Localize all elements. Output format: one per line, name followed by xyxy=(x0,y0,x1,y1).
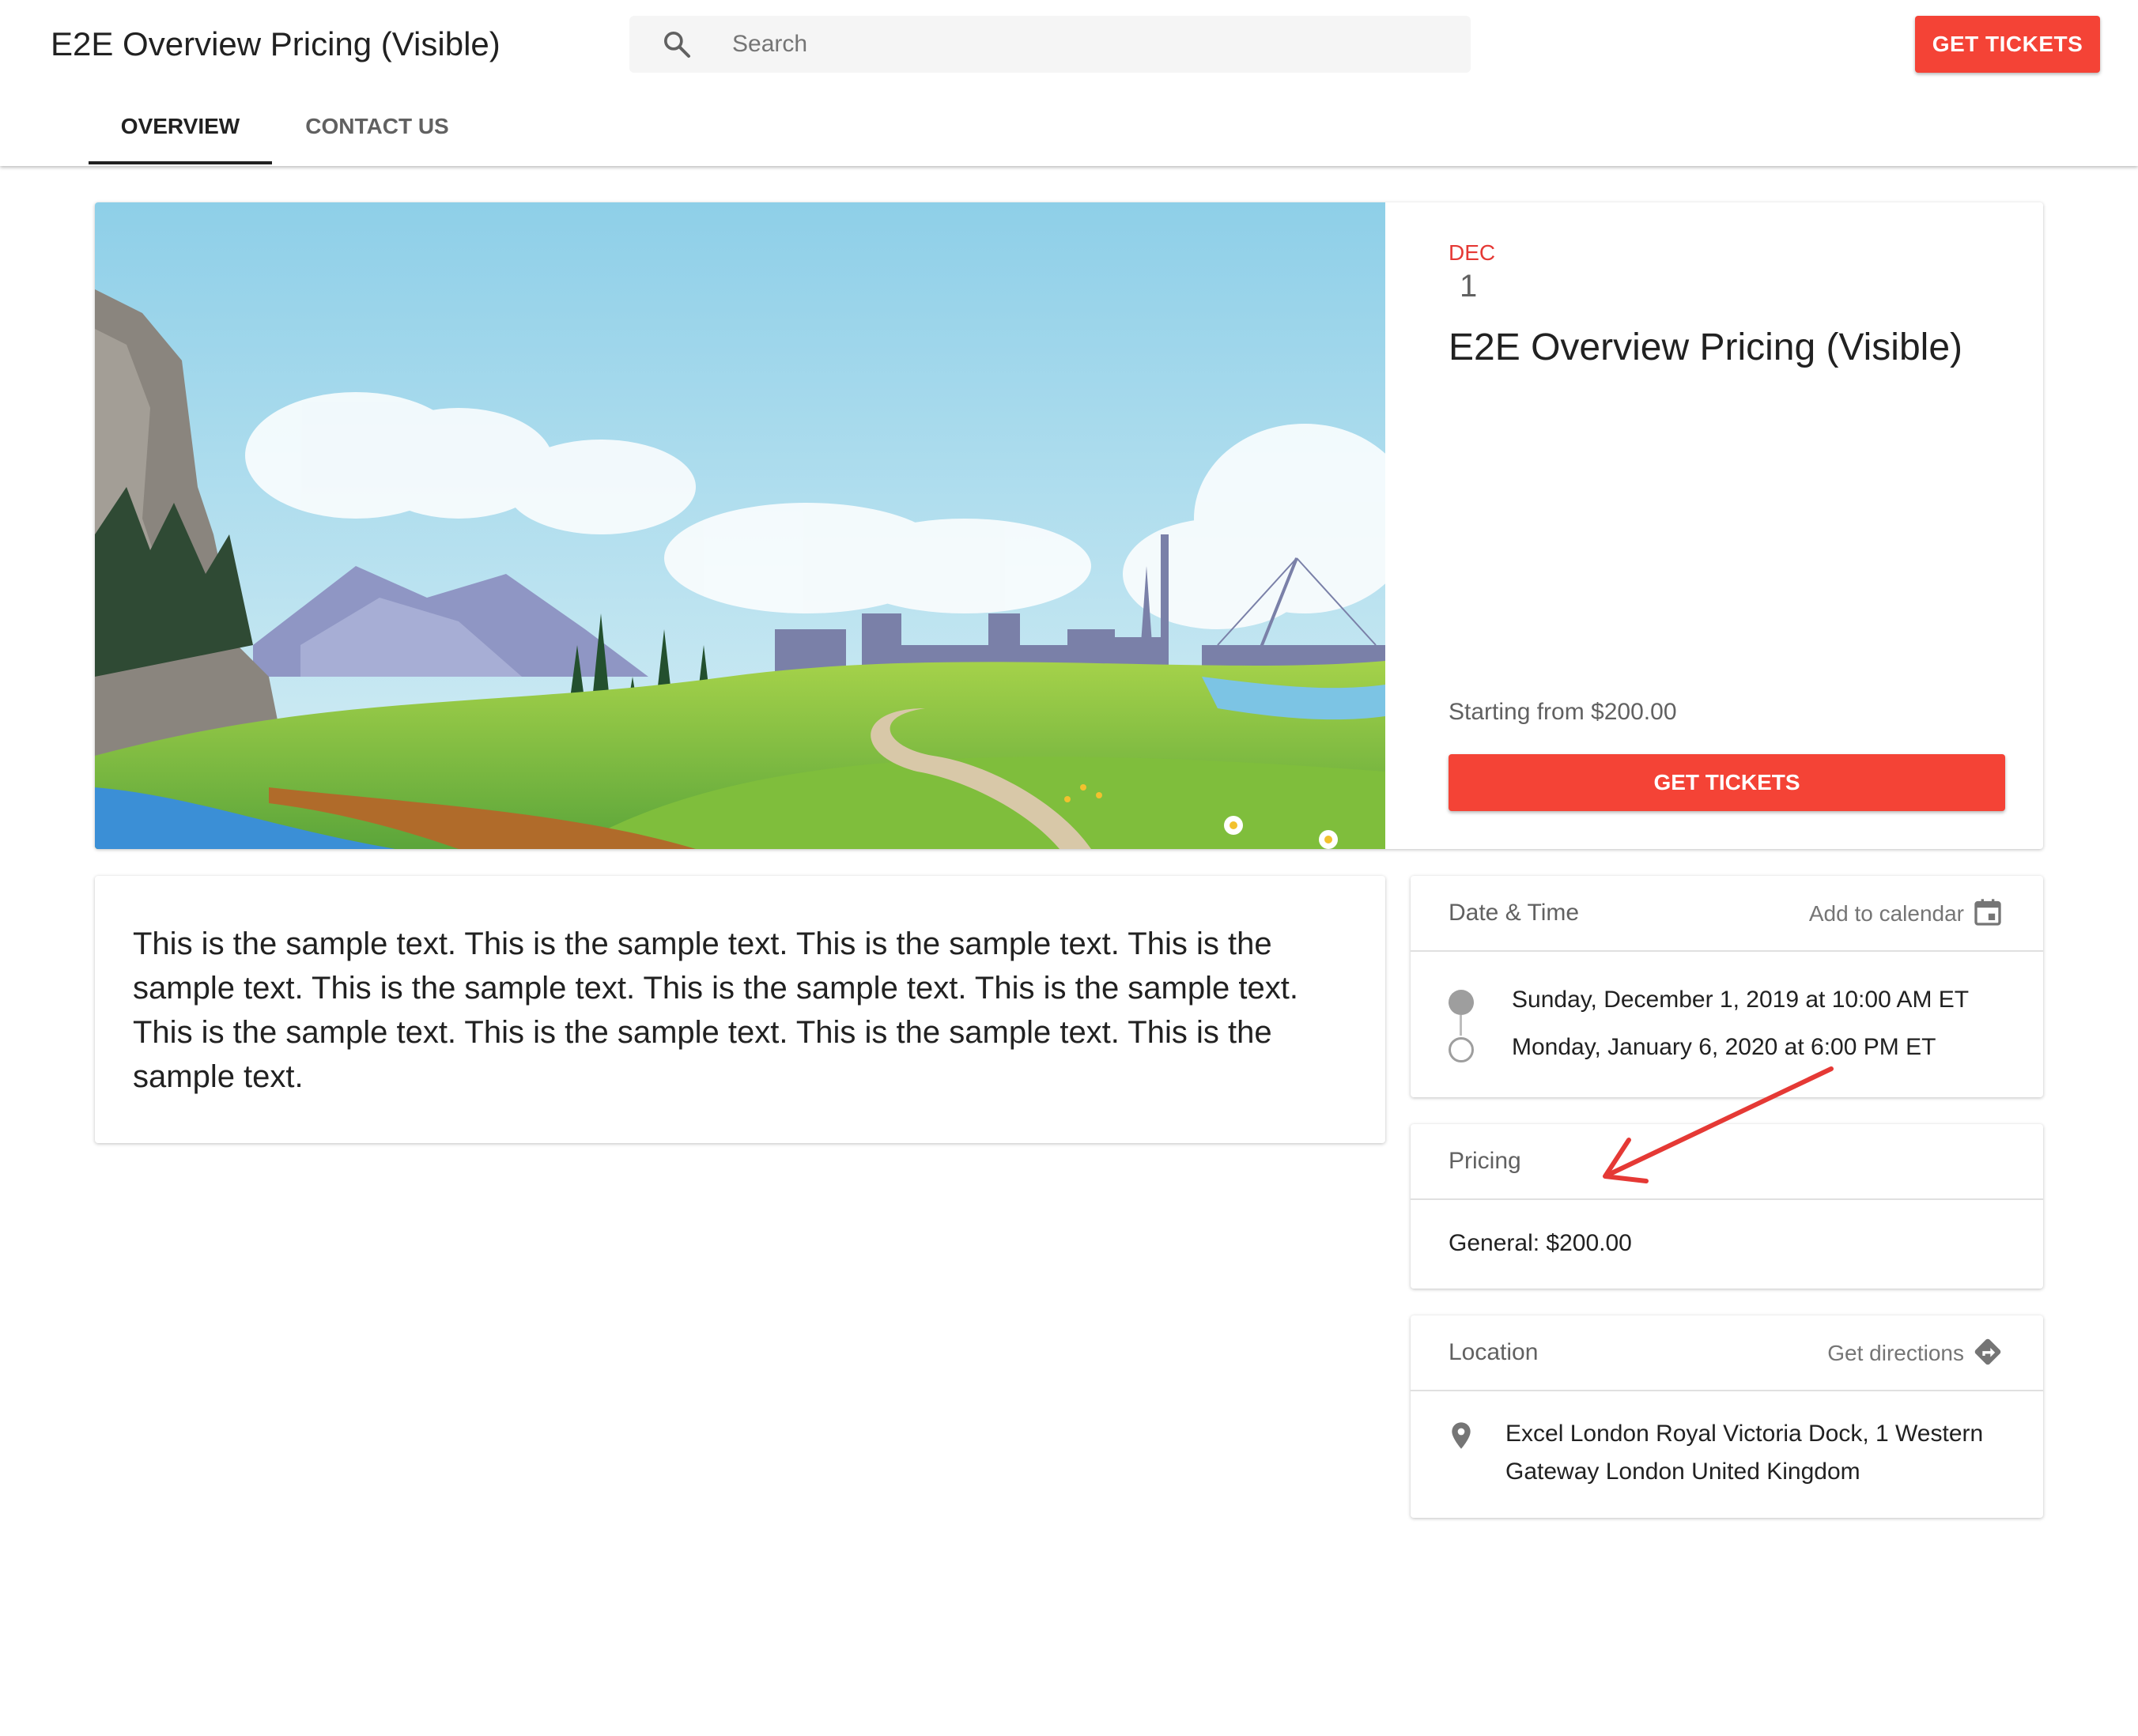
search-input[interactable] xyxy=(732,16,1444,73)
start-time-marker xyxy=(1449,990,1474,1015)
calendar-icon[interactable] xyxy=(1972,896,2004,928)
directions-icon[interactable] xyxy=(1972,1336,2004,1368)
location-card: Location Get directions Excel London Roy… xyxy=(1411,1315,2043,1518)
event-title: E2E Overview Pricing (Visible) xyxy=(1449,326,1962,368)
location-label: Location xyxy=(1449,1339,1539,1365)
event-info-panel: DEC 1 E2E Overview Pricing (Visible) Sta… xyxy=(1385,202,2043,849)
price-item: General: $200.00 xyxy=(1449,1230,1632,1256)
header-get-tickets-button[interactable]: GET TICKETS xyxy=(1915,16,2100,73)
add-to-calendar-link[interactable]: Add to calendar xyxy=(1809,901,1964,926)
tab-contact-us[interactable]: CONTACT US xyxy=(272,108,482,164)
location-header: Location Get directions xyxy=(1411,1315,2043,1391)
get-directions-link[interactable]: Get directions xyxy=(1827,1341,1964,1366)
end-time-marker xyxy=(1449,1037,1474,1062)
end-datetime: Monday, January 6, 2020 at 6:00 PM ET xyxy=(1512,1034,1936,1060)
get-tickets-button[interactable]: GET TICKETS xyxy=(1449,754,2005,811)
starting-price: Starting from $200.00 xyxy=(1449,699,1677,725)
event-day: 1 xyxy=(1460,269,1478,304)
pricing-card: Pricing General: $200.00 xyxy=(1411,1124,2043,1289)
event-hero-card: DEC 1 E2E Overview Pricing (Visible) Sta… xyxy=(95,202,2043,849)
pricing-label: Pricing xyxy=(1449,1148,1521,1174)
search-bar[interactable] xyxy=(629,16,1471,73)
start-datetime: Sunday, December 1, 2019 at 10:00 AM ET xyxy=(1512,987,1970,1013)
event-month: DEC xyxy=(1449,240,1496,265)
event-description: This is the sample text. This is the sam… xyxy=(95,876,1385,1143)
event-banner-image xyxy=(95,202,1385,849)
location-address: Excel London Royal Victoria Dock, 1 West… xyxy=(1505,1421,1984,1485)
tab-overview[interactable]: OVERVIEW xyxy=(89,108,272,164)
location-pin-icon xyxy=(1452,1422,1471,1449)
app-title: E2E Overview Pricing (Visible) xyxy=(51,25,501,62)
time-connector xyxy=(1460,1015,1462,1036)
search-icon xyxy=(664,32,690,58)
date-time-header: Date & Time Add to calendar xyxy=(1411,876,2043,952)
date-time-card: Date & Time Add to calendar Sunday, Dece… xyxy=(1411,876,2043,1097)
date-time-label: Date & Time xyxy=(1449,900,1580,926)
pricing-header: Pricing xyxy=(1411,1124,2043,1200)
app-header: E2E Overview Pricing (Visible) GET TICKE… xyxy=(0,0,2138,166)
